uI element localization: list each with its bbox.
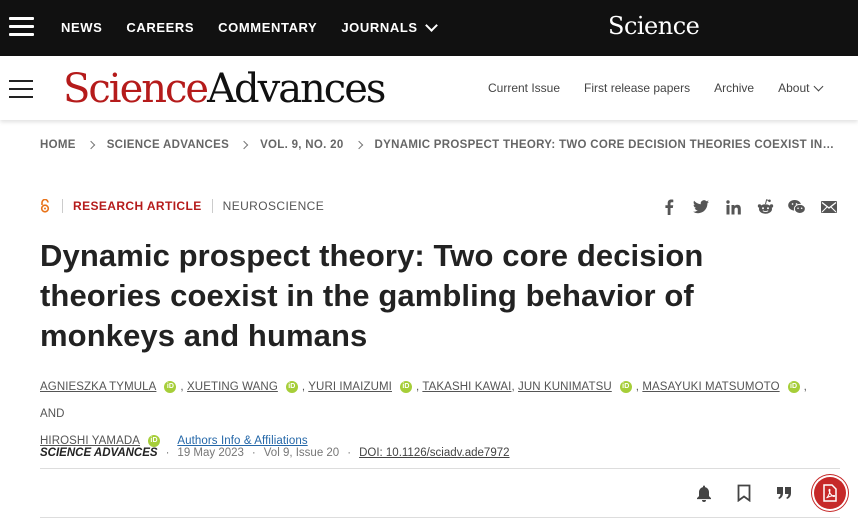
authors-affiliations-link[interactable]: Authors Info & Affiliations <box>177 435 307 447</box>
author-name[interactable]: XUETING WANG <box>187 381 278 393</box>
science-advances-logo[interactable]: ScienceAdvances <box>63 64 386 114</box>
divider <box>211 199 213 213</box>
author-name[interactable]: TAKASHI KAWAI <box>422 381 511 393</box>
email-icon[interactable] <box>820 198 838 216</box>
divider <box>62 199 63 213</box>
nav-current-issue[interactable]: Current Issue <box>488 81 560 95</box>
author-list: AGNIESZKA TYMULA iD, XUETING WANG iD, YURI… <box>40 380 807 447</box>
breadcrumb-issue[interactable]: VOL. 9, NO. 20 <box>260 139 343 151</box>
author-name[interactable]: JUN KUNIMATSU <box>518 381 612 393</box>
chevron-down-icon <box>424 18 438 32</box>
author-name[interactable]: AGNIESZKA TYMULA <box>40 381 156 393</box>
divider <box>40 517 840 518</box>
divider <box>40 468 840 469</box>
reddit-icon[interactable] <box>756 198 774 216</box>
chevron-right-icon <box>239 140 249 150</box>
twitter-icon[interactable] <box>692 198 710 216</box>
alert-bell-icon[interactable] <box>694 483 714 503</box>
article-subject[interactable]: NEUROSCIENCE <box>223 199 324 213</box>
orcid-icon[interactable]: iD <box>399 380 412 393</box>
open-access-icon <box>40 198 52 213</box>
facebook-icon[interactable] <box>660 198 678 216</box>
article-title: Dynamic prospect theory: Two core decisi… <box>40 238 704 353</box>
breadcrumb-current: DYNAMIC PROSPECT THEORY: TWO CORE DECISI… <box>374 139 837 151</box>
issue-info[interactable]: Vol 9, Issue 20 <box>264 447 339 459</box>
doi-link[interactable]: DOI: 10.1126/sciadv.ade7972 <box>359 447 509 459</box>
orcid-icon[interactable]: iD <box>787 380 800 393</box>
separator-dot: · <box>165 447 170 459</box>
science-logo[interactable]: Science <box>608 12 700 40</box>
breadcrumb-home[interactable]: HOME <box>40 139 76 151</box>
orcid-icon[interactable]: iD <box>164 380 177 393</box>
nav-about[interactable]: About <box>778 81 824 95</box>
hamburger-menu-icon[interactable] <box>9 17 34 39</box>
citation-icon[interactable] <box>774 483 794 503</box>
orcid-icon[interactable]: iD <box>148 434 161 447</box>
journal-nav: Current Issue First release papers Archi… <box>488 81 824 95</box>
orcid-icon[interactable]: iD <box>619 380 632 393</box>
journal-name[interactable]: SCIENCE ADVANCES <box>40 447 158 459</box>
bookmark-icon[interactable] <box>734 483 754 503</box>
chevron-right-icon <box>354 140 363 150</box>
separator-dot: · <box>347 447 352 459</box>
breadcrumb-journal[interactable]: SCIENCE ADVANCES <box>107 139 229 151</box>
and-text: AND <box>40 408 65 420</box>
chevron-down-icon <box>814 81 824 91</box>
breadcrumb: HOME SCIENCE ADVANCES VOL. 9, NO. 20 DYN… <box>40 139 837 151</box>
linkedin-icon[interactable] <box>724 198 742 216</box>
publication-date: 19 May 2023 <box>177 447 244 459</box>
chevron-right-icon <box>86 140 95 150</box>
nav-commentary[interactable]: COMMENTARY <box>218 20 317 35</box>
nav-first-release[interactable]: First release papers <box>584 81 690 95</box>
menu-icon[interactable] <box>9 80 33 98</box>
separator-dot: · <box>251 447 256 459</box>
nav-archive[interactable]: Archive <box>714 81 754 95</box>
article-meta: RESEARCH ARTICLE NEUROSCIENCE <box>40 198 324 213</box>
author-name[interactable]: HIROSHI YAMADA <box>40 435 140 447</box>
pdf-icon[interactable] <box>814 477 846 509</box>
wechat-icon[interactable] <box>788 198 806 216</box>
article-type: RESEARCH ARTICLE <box>73 199 202 213</box>
nav-journals[interactable]: JOURNALS <box>341 18 438 35</box>
nav-careers[interactable]: CAREERS <box>126 20 194 35</box>
author-name[interactable]: YURI IMAIZUMI <box>308 381 392 393</box>
orcid-icon[interactable]: iD <box>285 380 298 393</box>
share-bar <box>660 198 838 216</box>
top-navigation-bar: NEWS CAREERS COMMENTARY JOURNALS Science <box>0 0 858 56</box>
citation-line: SCIENCE ADVANCES · 19 May 2023 · Vol 9, … <box>40 447 510 459</box>
article-tools <box>694 477 846 509</box>
nav-news[interactable]: NEWS <box>61 20 102 35</box>
journal-header: ScienceAdvances Current Issue First rele… <box>0 56 858 120</box>
author-name[interactable]: MASAYUKI MATSUMOTO <box>642 381 779 393</box>
top-nav: NEWS CAREERS COMMENTARY JOURNALS <box>61 18 438 35</box>
